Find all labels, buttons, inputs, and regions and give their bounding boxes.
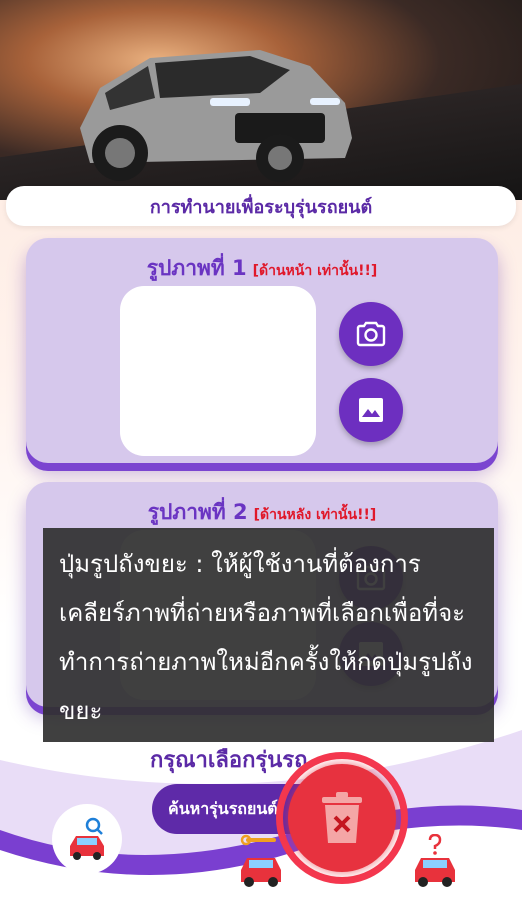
hero-banner (0, 0, 522, 200)
camera-icon (356, 321, 386, 347)
card-note: [ด้านหลัง เท่านั้น!!] (253, 507, 377, 523)
nav-search-car[interactable] (52, 804, 122, 874)
nav-repair-car[interactable] (236, 834, 286, 890)
app-screen: การทำนายเพื่อระบุรุ่นรถยนต์ รูปภาพที่ 1 [… (0, 0, 522, 898)
card-title: รูปภาพที่ 2 (147, 500, 248, 524)
card-header: รูปภาพที่ 1 [ด้านหน้า เท่านั้น!!] (26, 252, 498, 285)
card-note: [ด้านหน้า เท่านั้น!!] (252, 263, 378, 279)
nav-help-car[interactable] (410, 833, 460, 890)
clear-images-button[interactable] (288, 764, 396, 872)
trash-highlight (276, 752, 408, 884)
card-header: รูปภาพที่ 2 [ด้านหลัง เท่านั้น!!] (26, 496, 498, 529)
trash-icon (322, 792, 362, 843)
repair-car-icon (240, 834, 281, 887)
image-icon (359, 398, 383, 422)
image-card-front: รูปภาพที่ 1 [ด้านหน้า เท่านั้น!!] (26, 238, 498, 463)
image-preview[interactable] (120, 286, 316, 456)
search-car-icon (70, 817, 104, 860)
page-title: การทำนายเพื่อระบุรุ่นรถยนต์ (6, 186, 516, 226)
suv-illustration (80, 50, 352, 182)
tutorial-tooltip: ปุ่มรูปถังขยะ : ให้ผู้ใช้งานที่ต้องการเค… (43, 528, 494, 742)
help-car-icon (415, 833, 455, 887)
gallery-button[interactable] (339, 378, 403, 442)
camera-button[interactable] (339, 302, 403, 366)
card-title: รูปภาพที่ 1 (146, 256, 247, 280)
